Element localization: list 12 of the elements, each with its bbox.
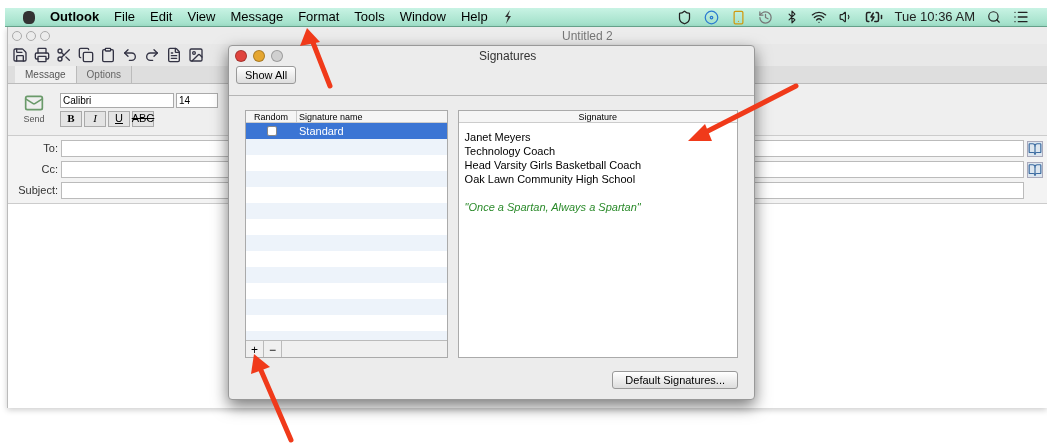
editor-header: Signature (458, 111, 737, 123)
signature-name: Standard (298, 123, 345, 139)
dialog-title: Signatures (479, 48, 537, 65)
signature-line: Oak Lawn Community High School (464, 172, 637, 186)
signature-line: Head Varsity Girls Basketball Coach (464, 158, 643, 172)
signature-line: "Once a Spartan, Always a Spartan" (464, 200, 642, 214)
window-title: Untitled 2 (562, 27, 613, 45)
field-label: Subject: (17, 183, 58, 199)
signature-line: Janet Meyers (464, 130, 532, 144)
signature-line: Technology Coach (464, 144, 557, 158)
field-label: To: (42, 141, 58, 157)
field-label: Cc: (40, 162, 58, 178)
